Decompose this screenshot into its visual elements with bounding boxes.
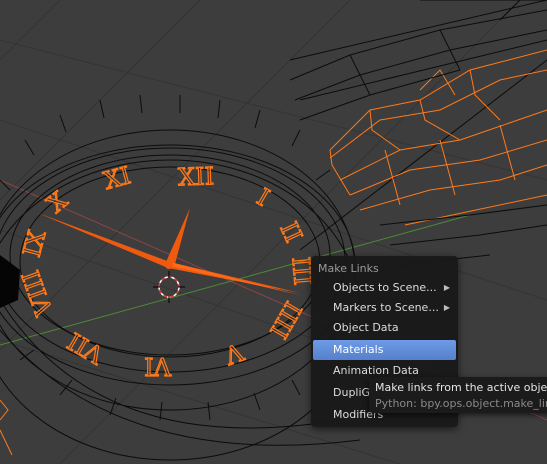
numeral-xi: XI (101, 161, 134, 195)
menu-item-materials[interactable]: Materials (313, 340, 456, 360)
3d-viewport[interactable]: XII I II III IIII V VI VII VIII IX X XI (0, 0, 547, 464)
tooltip-description: Make links from the active object t (375, 381, 547, 394)
crown-shadow (0, 255, 20, 308)
hand-pivot (165, 261, 173, 269)
watch-band-wireframe (289, 0, 547, 266)
menu-item-label: Markers to Scene... (333, 301, 439, 314)
menu-item-label: Object Data (333, 321, 399, 334)
numeral-vi: VI (144, 352, 172, 380)
menu-item-markers-to-scene[interactable]: Markers to Scene... ▶ (313, 298, 456, 318)
menu-item-objects-to-scene[interactable]: Objects to Scene... ▶ (313, 278, 456, 298)
hour-hand (166, 208, 190, 264)
3d-cursor[interactable] (153, 271, 185, 303)
minute-hand (38, 213, 300, 293)
numeral-ix: IX (18, 227, 52, 260)
tooltip-python-path: Python: bpy.ops.object.make_links (375, 397, 547, 410)
clock-hands (38, 208, 300, 295)
menu-title: Make Links (318, 262, 379, 275)
numeral-iiii: IIII (264, 297, 307, 344)
submenu-arrow-icon: ▶ (443, 283, 450, 292)
menu-item-object-data[interactable]: Object Data (313, 318, 456, 338)
operator-tooltip: Make links from the active object t Pyth… (369, 377, 547, 413)
numeral-viii: VIII (17, 267, 59, 321)
numeral-xii: XII (178, 162, 215, 191)
lower-selected-edge (0, 399, 9, 421)
menu-item-label: Materials (333, 343, 384, 356)
dial-numerals: XII I II III IIII V VI VII VIII IX X XI (16, 161, 317, 381)
numeral-v: V (220, 337, 247, 370)
menu-item-label: Animation Data (333, 364, 419, 377)
submenu-arrow-icon: ▶ (443, 303, 450, 312)
menu-item-label: Objects to Scene... (333, 281, 437, 294)
lower-selected-edge-2 (0, 429, 13, 456)
numeral-i: I (252, 183, 274, 212)
